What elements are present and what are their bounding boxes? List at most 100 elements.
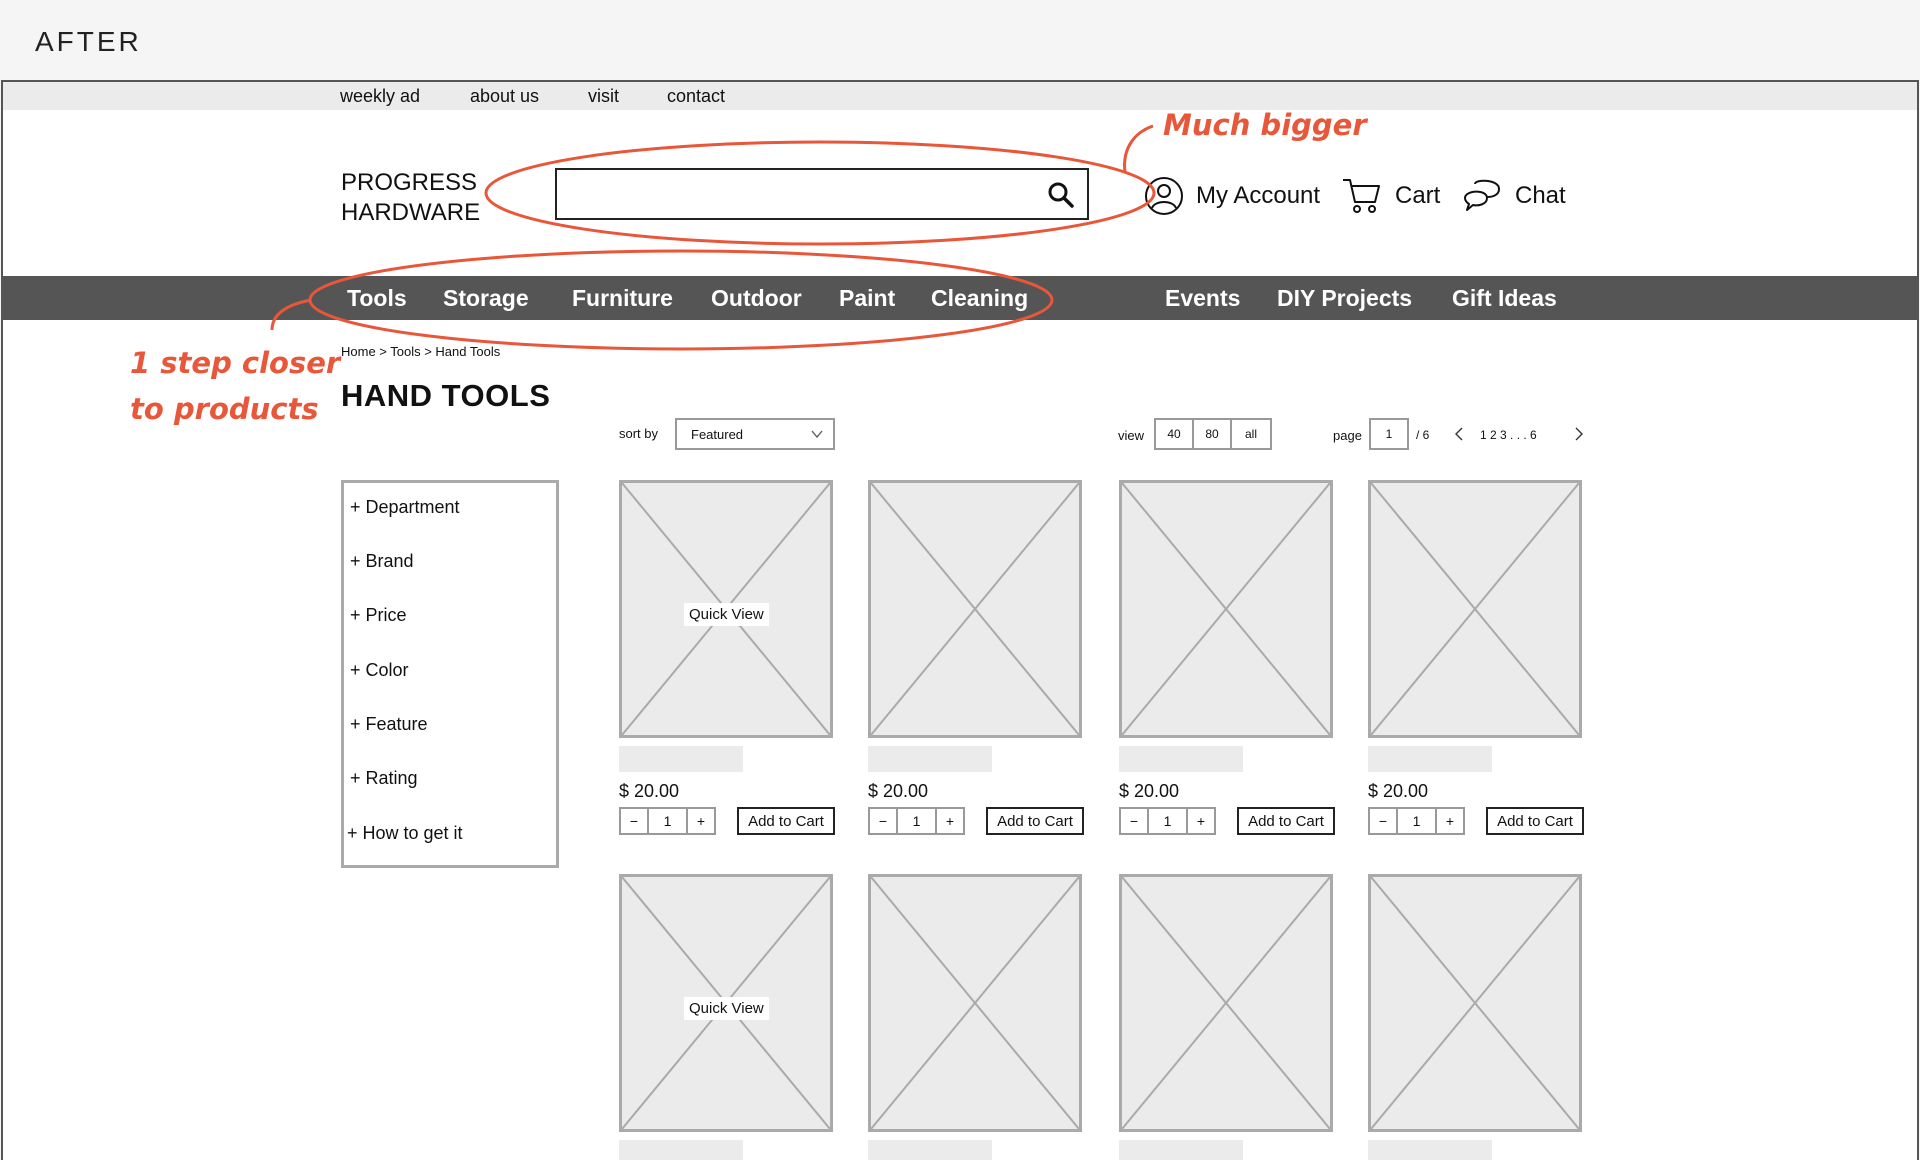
qty-input[interactable]: 1	[896, 809, 937, 833]
view-option-80[interactable]: 80	[1194, 420, 1232, 448]
product-image-placeholder[interactable]: Quick View	[619, 874, 833, 1132]
quantity-stepper: − 1 +	[868, 807, 965, 835]
view-option-all[interactable]: all	[1232, 420, 1270, 448]
product-name-placeholder	[1368, 1140, 1492, 1160]
qty-minus-button[interactable]: −	[1121, 809, 1147, 833]
filter-color[interactable]: + Color	[350, 660, 409, 681]
filter-feature[interactable]: + Feature	[350, 714, 428, 735]
filter-how-to-get-it[interactable]: + How to get it	[347, 823, 463, 844]
cart-label: Cart	[1395, 182, 1441, 209]
page-title: HAND TOOLS	[341, 378, 551, 413]
sort-label: sort by	[619, 426, 659, 441]
qty-input[interactable]: 1	[647, 809, 688, 833]
utility-link-visit[interactable]: visit	[588, 86, 619, 107]
sort-select[interactable]: Featured	[675, 418, 835, 450]
filter-rating[interactable]: + Rating	[350, 768, 418, 789]
logo-line-1: PROGRESS	[341, 169, 478, 196]
product-image-placeholder[interactable]	[1368, 874, 1582, 1132]
product-name-placeholder	[619, 1140, 743, 1160]
filter-panel: + Department + Brand + Price + Color + F…	[341, 480, 559, 868]
add-to-cart-button[interactable]: Add to Cart	[986, 807, 1084, 835]
quantity-stepper: − 1 +	[619, 807, 716, 835]
website-mockup: weekly ad about us visit contact PROGRES…	[1, 80, 1919, 1160]
search-icon[interactable]	[1047, 181, 1075, 209]
product-image-placeholder[interactable]	[868, 480, 1082, 738]
nav-item-paint[interactable]: Paint	[839, 285, 895, 312]
qty-plus-button[interactable]: +	[937, 809, 963, 833]
slide-label: AFTER	[35, 26, 142, 57]
sort-value: Featured	[691, 427, 744, 442]
qty-plus-button[interactable]: +	[1188, 809, 1214, 833]
nav-item-diy-projects[interactable]: DIY Projects	[1277, 285, 1412, 312]
user-icon	[1145, 177, 1183, 215]
product-price: $ 20.00	[619, 781, 680, 801]
page-links[interactable]: 1 2 3 . . . 6	[1480, 428, 1537, 442]
quick-view-button[interactable]: Quick View	[684, 997, 769, 1020]
cart-link[interactable]: Cart	[1341, 176, 1440, 216]
nav-item-tools[interactable]: Tools	[347, 285, 407, 312]
product-image-placeholder[interactable]	[1119, 874, 1333, 1132]
qty-plus-button[interactable]: +	[1437, 809, 1463, 833]
quick-view-button[interactable]: Quick View	[684, 603, 769, 626]
image-placeholder-icon	[1122, 877, 1330, 1129]
image-placeholder-icon	[1371, 483, 1579, 735]
annotation-much-bigger: Much bigger	[1163, 108, 1367, 142]
logo[interactable]: PROGRESS HARDWARE	[341, 168, 480, 228]
product-image-placeholder[interactable]	[1368, 480, 1582, 738]
filter-brand[interactable]: + Brand	[350, 551, 414, 572]
view-option-40[interactable]: 40	[1156, 420, 1194, 448]
utility-bar: weekly ad about us visit contact	[3, 82, 1917, 110]
nav-item-outdoor[interactable]: Outdoor	[711, 285, 802, 312]
qty-input[interactable]: 1	[1396, 809, 1437, 833]
image-placeholder-icon	[871, 877, 1079, 1129]
qty-input[interactable]: 1	[1147, 809, 1188, 833]
annotation-step-closer-line1: 1 step closer	[130, 346, 341, 380]
page-total: / 6	[1416, 428, 1430, 442]
nav-item-gift-ideas[interactable]: Gift Ideas	[1452, 285, 1557, 312]
search-input[interactable]	[555, 168, 1089, 220]
qty-minus-button[interactable]: −	[870, 809, 896, 833]
product-name-placeholder	[868, 1140, 992, 1160]
prev-page-icon[interactable]	[1452, 426, 1466, 442]
product-name-placeholder	[868, 746, 992, 772]
nav-item-storage[interactable]: Storage	[443, 285, 529, 312]
quantity-stepper: − 1 +	[1368, 807, 1465, 835]
product-price: $ 20.00	[868, 781, 929, 801]
chat-label: Chat	[1515, 182, 1566, 209]
next-page-icon[interactable]	[1572, 426, 1586, 442]
product-image-placeholder[interactable]	[868, 874, 1082, 1132]
nav-item-furniture[interactable]: Furniture	[572, 285, 673, 312]
logo-line-2: HARDWARE	[341, 199, 481, 226]
product-name-placeholder	[1119, 1140, 1243, 1160]
add-to-cart-button[interactable]: Add to Cart	[1237, 807, 1335, 835]
product-price: $ 20.00	[1119, 781, 1180, 801]
page-number-input[interactable]: 1	[1369, 418, 1409, 450]
add-to-cart-button[interactable]: Add to Cart	[1486, 807, 1584, 835]
quantity-stepper: − 1 +	[1119, 807, 1216, 835]
annotation-step-closer-line2: to products	[130, 392, 319, 426]
qty-plus-button[interactable]: +	[688, 809, 714, 833]
image-placeholder-icon	[871, 483, 1079, 735]
view-label: view	[1118, 428, 1145, 443]
nav-item-events[interactable]: Events	[1165, 285, 1240, 312]
chat-link[interactable]: Chat	[1461, 176, 1566, 216]
my-account-link[interactable]: My Account	[1144, 176, 1320, 216]
my-account-label: My Account	[1196, 182, 1321, 209]
nav-item-cleaning[interactable]: Cleaning	[931, 285, 1028, 312]
utility-link-weekly-ad[interactable]: weekly ad	[340, 86, 420, 107]
add-to-cart-button[interactable]: Add to Cart	[737, 807, 835, 835]
qty-minus-button[interactable]: −	[621, 809, 647, 833]
product-name-placeholder	[1119, 746, 1243, 772]
product-image-placeholder[interactable]	[1119, 480, 1333, 738]
utility-link-contact[interactable]: contact	[667, 86, 725, 107]
chat-icon	[1464, 179, 1500, 211]
breadcrumb[interactable]: Home > Tools > Hand Tools	[341, 344, 500, 359]
product-price: $ 20.00	[1368, 781, 1429, 801]
utility-link-about-us[interactable]: about us	[470, 86, 539, 107]
image-placeholder-icon	[1371, 877, 1579, 1129]
category-nav: Tools Storage Furniture Outdoor Paint Cl…	[3, 276, 1917, 320]
qty-minus-button[interactable]: −	[1370, 809, 1396, 833]
product-image-placeholder[interactable]: Quick View	[619, 480, 833, 738]
filter-price[interactable]: + Price	[350, 605, 407, 626]
filter-department[interactable]: + Department	[350, 497, 460, 518]
